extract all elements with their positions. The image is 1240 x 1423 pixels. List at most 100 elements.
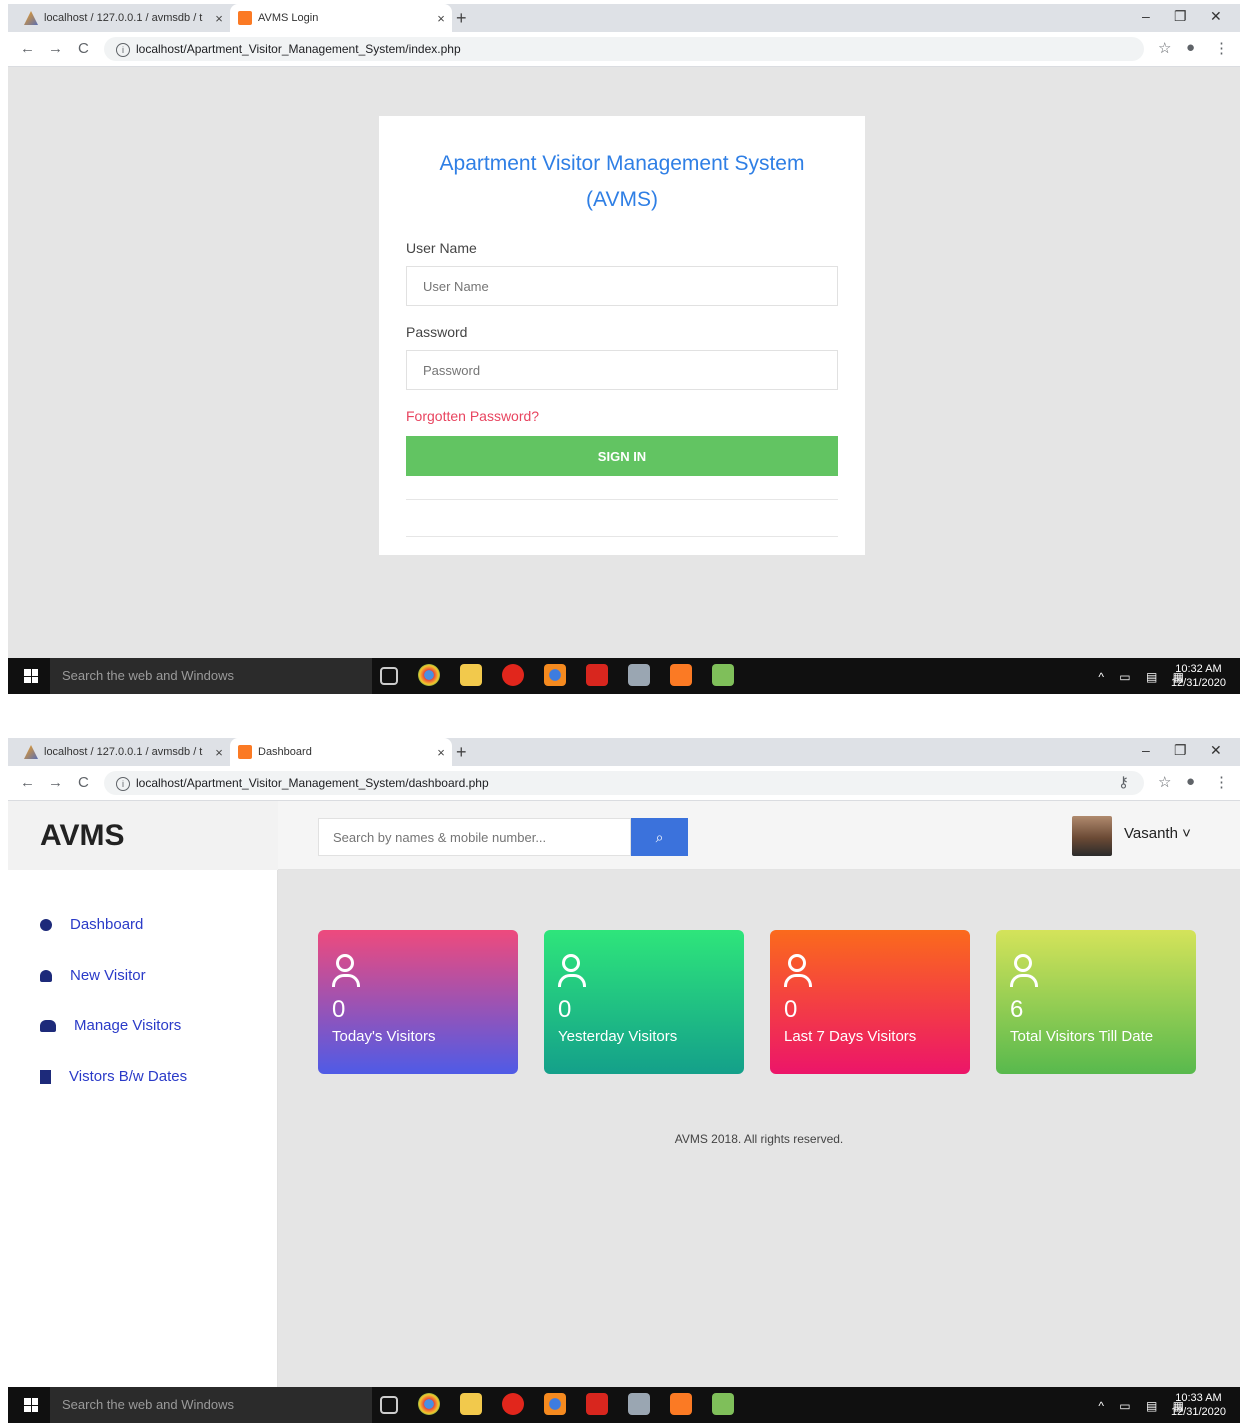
tab-strip: localhost / 127.0.0.1 / avmsdb / t × Das… [8, 738, 1240, 766]
profile-icon[interactable]: ● [1186, 39, 1195, 56]
browser-menu-icon[interactable]: ⋮ [1214, 773, 1229, 791]
minimize-button[interactable]: – [1142, 742, 1150, 758]
brand-logo[interactable]: AVMS [8, 801, 278, 870]
tab-avms-login[interactable]: AVMS Login × [230, 4, 452, 32]
sidebar-item-label: Dashboard [70, 916, 144, 933]
tab-dashboard[interactable]: Dashboard × [230, 738, 452, 766]
opera-icon[interactable] [502, 664, 524, 686]
file-explorer-icon[interactable] [460, 664, 482, 686]
editor-icon[interactable] [712, 1393, 734, 1415]
close-tab-icon[interactable]: × [208, 11, 230, 26]
sign-in-button[interactable]: SIGN IN [406, 436, 838, 476]
tab-phpmyadmin[interactable]: localhost / 127.0.0.1 / avmsdb / t × [16, 738, 230, 766]
close-tab-icon[interactable]: × [208, 745, 230, 760]
sidebar-item-new-visitor[interactable]: New Visitor [40, 967, 146, 984]
card-todays-visitors[interactable]: 0 Today's Visitors [318, 930, 518, 1074]
address-bar[interactable]: i localhost/Apartment_Visitor_Management_… [104, 37, 1144, 61]
site-info-icon[interactable]: i [116, 776, 130, 791]
close-tab-icon[interactable]: × [430, 11, 452, 26]
windows-start-icon[interactable] [24, 669, 38, 683]
bookmark-star-icon[interactable]: ☆ [1158, 39, 1171, 57]
taskbar-apps [380, 664, 734, 688]
saved-password-key-icon[interactable]: ⚷ [1118, 773, 1129, 791]
close-window-button[interactable]: ✕ [1210, 742, 1222, 759]
restore-button[interactable]: ❐ [1174, 742, 1187, 759]
user-icon [1010, 954, 1038, 990]
new-tab-button[interactable]: + [456, 8, 467, 29]
back-icon[interactable]: ← [20, 40, 35, 57]
xampp-icon[interactable] [670, 664, 692, 686]
tab-title: localhost / 127.0.0.1 / avmsdb / t [44, 12, 203, 24]
forgot-password-link[interactable]: Forgotten Password? [406, 408, 838, 424]
card-count: 0 [558, 996, 572, 1023]
password-input[interactable] [406, 350, 838, 390]
reload-icon[interactable]: C [78, 774, 89, 791]
password-label: Password [406, 324, 468, 340]
clock-time: 10:32 AM [1175, 663, 1222, 675]
user-icon [558, 954, 586, 990]
taskbar-search[interactable]: Search the web and Windows [50, 1387, 372, 1423]
task-view-icon[interactable] [380, 1396, 398, 1414]
acrobat-icon[interactable] [586, 1393, 608, 1415]
top-header: ⌕ Vasanth ˅ [278, 801, 1240, 870]
acrobat-icon[interactable] [586, 664, 608, 686]
app-icon[interactable] [628, 1393, 650, 1415]
sidebar-item-label: Vistors B/w Dates [69, 1068, 188, 1085]
firefox-icon[interactable] [544, 664, 566, 686]
forward-icon[interactable]: → [48, 40, 63, 57]
card-last-7-days-visitors[interactable]: 0 Last 7 Days Visitors [770, 930, 970, 1074]
app-icon[interactable] [628, 664, 650, 686]
taskbar-clock[interactable]: 10:33 AM 12/31/2020 [1171, 1391, 1226, 1419]
file-explorer-icon[interactable] [460, 1393, 482, 1415]
chrome-icon[interactable] [418, 664, 440, 686]
search-button[interactable]: ⌕ [631, 818, 688, 856]
browser-toolbar: ← → C i localhost/Apartment_Visitor_Manag… [8, 32, 1240, 67]
dashboard-browser-window: localhost / 127.0.0.1 / avmsdb / t × Das… [8, 738, 1240, 1423]
card-yesterday-visitors[interactable]: 0 Yesterday Visitors [544, 930, 744, 1074]
minimize-button[interactable]: – [1142, 8, 1150, 24]
tab-phpmyadmin[interactable]: localhost / 127.0.0.1 / avmsdb / t × [16, 4, 230, 32]
taskbar-clock[interactable]: 10:32 AM 12/31/2020 [1171, 662, 1226, 690]
users-icon [40, 1019, 56, 1032]
tab-title: localhost / 127.0.0.1 / avmsdb / t [44, 746, 203, 758]
sidebar-item-visitors-between-dates[interactable]: Vistors B/w Dates [40, 1068, 187, 1085]
sidebar-item-dashboard[interactable]: Dashboard [40, 916, 143, 933]
opera-icon[interactable] [502, 1393, 524, 1415]
xampp-icon[interactable] [670, 1393, 692, 1415]
sidebar: Dashboard New Visitor Manage Visitors Vi… [8, 870, 278, 1387]
restore-button[interactable]: ❐ [1174, 8, 1187, 25]
user-icon [40, 969, 52, 982]
forward-icon[interactable]: → [48, 774, 63, 791]
back-icon[interactable]: ← [20, 774, 35, 791]
close-window-button[interactable]: ✕ [1210, 8, 1222, 25]
address-bar[interactable]: i localhost/Apartment_Visitor_Management_… [104, 771, 1144, 795]
sidebar-item-manage-visitors[interactable]: Manage Visitors [40, 1017, 181, 1034]
chrome-icon[interactable] [418, 1393, 440, 1415]
firefox-icon[interactable] [544, 1393, 566, 1415]
task-view-icon[interactable] [380, 667, 398, 685]
username-input[interactable] [406, 266, 838, 306]
sidebar-item-label: Manage Visitors [74, 1017, 182, 1034]
new-tab-button[interactable]: + [456, 742, 467, 763]
site-info-icon[interactable]: i [116, 42, 130, 57]
files-icon [40, 1069, 51, 1084]
editor-icon[interactable] [712, 664, 734, 686]
close-tab-icon[interactable]: × [430, 745, 452, 760]
profile-icon[interactable]: ● [1186, 773, 1195, 790]
search-input[interactable] [318, 818, 631, 856]
xampp-icon [238, 745, 252, 759]
windows-start-icon[interactable] [24, 1398, 38, 1412]
bookmark-star-icon[interactable]: ☆ [1158, 773, 1171, 791]
reload-icon[interactable]: C [78, 40, 89, 57]
phpmyadmin-icon [24, 745, 38, 759]
card-total-visitors[interactable]: 6 Total Visitors Till Date [996, 930, 1196, 1074]
browser-menu-icon[interactable]: ⋮ [1214, 39, 1229, 57]
user-menu[interactable]: Vasanth ˅ [1124, 825, 1191, 842]
taskbar-search[interactable]: Search the web and Windows [50, 658, 372, 694]
divider [406, 536, 838, 537]
card-label: Last 7 Days Visitors [784, 1028, 917, 1045]
taskbar-apps [380, 1393, 734, 1417]
dashboard-content: 0 Today's Visitors 0 Yesterday Visitors … [278, 870, 1240, 1387]
xampp-icon [238, 11, 252, 25]
avatar[interactable] [1072, 816, 1112, 856]
